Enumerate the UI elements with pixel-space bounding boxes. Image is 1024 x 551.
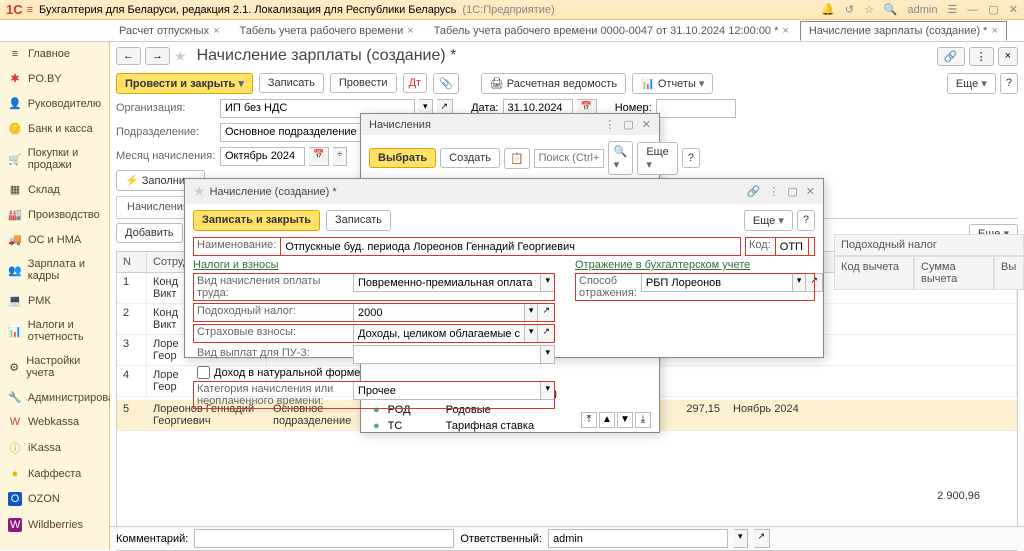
sidebar-item[interactable]: ●Каффеста <box>0 462 109 486</box>
minimize-icon[interactable]: — <box>967 4 978 16</box>
comment-input[interactable] <box>194 529 454 548</box>
sidebar-item[interactable]: 🚚ОС и НМА <box>0 227 109 252</box>
favorite-icon[interactable]: ★ <box>193 183 206 200</box>
select-button[interactable]: Выбрать <box>369 148 436 168</box>
post-and-close-button[interactable]: Провести и закрыть <box>116 73 253 94</box>
close-icon[interactable]: × <box>782 25 788 37</box>
tab[interactable]: Расчет отпускных× <box>110 21 229 41</box>
page-title: Начисление зарплаты (создание) * <box>197 47 457 65</box>
code-input[interactable] <box>775 237 809 256</box>
sidebar-item[interactable]: 🏭Производство <box>0 202 109 227</box>
number-input[interactable] <box>656 99 736 118</box>
income-tax-panel: Подоходный налог Код вычета Сумма вычета… <box>834 234 1024 420</box>
sidebar-item[interactable]: OOZON <box>0 486 109 512</box>
month-input[interactable] <box>220 147 305 166</box>
dialog-title: Начисления <box>369 119 431 131</box>
sidebar-item[interactable]: ⓘiKassa <box>0 434 109 462</box>
sidebar-item[interactable]: ✱PO.BY <box>0 66 109 91</box>
bell-icon[interactable]: 🔔 <box>821 3 835 16</box>
close-icon[interactable]: ✕ <box>1009 3 1018 16</box>
tab[interactable]: Табель учета рабочего времени× <box>231 21 423 41</box>
search-input[interactable] <box>534 149 604 168</box>
app-titlebar: 1C ≡ Бухгалтерия для Беларуси, редакция … <box>0 0 1024 20</box>
sidebar-item[interactable]: ⚙Настройки учета <box>0 349 109 385</box>
income-tax-input[interactable] <box>353 303 525 322</box>
payment-type-input[interactable] <box>353 273 541 292</box>
sidebar-item[interactable]: 💻РМК <box>0 288 109 313</box>
close-icon[interactable]: × <box>213 25 219 37</box>
forward-button[interactable]: → <box>145 47 170 65</box>
more-icon[interactable]: ⋮ <box>768 185 779 198</box>
accrual-card-dialog: ★ Начисление (создание) * 🔗 ⋮ ▢ ✕ Записать … <box>184 178 824 358</box>
sidebar-item[interactable]: 👥Зарплата и кадры <box>0 252 109 288</box>
link-icon[interactable]: 🔗 <box>747 185 761 198</box>
app-title: Бухгалтерия для Беларуси, редакция 2.1. … <box>39 4 456 16</box>
bottom-bar: Комментарий: Ответственный: ▾↗ <box>110 526 1024 550</box>
link-icon[interactable]: 🔗 <box>937 47 965 66</box>
sidebar-item[interactable]: 👤Руководителю <box>0 91 109 116</box>
reflection-input[interactable] <box>641 273 793 292</box>
payroll-button[interactable]: 🖨 Расчетная ведомость <box>481 73 626 94</box>
tab[interactable]: Табель учета рабочего времени 0000-0047 … <box>425 21 798 41</box>
save-close-button[interactable]: Записать и закрыть <box>193 210 320 231</box>
history-icon[interactable]: ↺ <box>845 3 854 16</box>
bars-icon[interactable]: ☰ <box>948 3 958 16</box>
create-button[interactable]: Создать <box>440 148 500 168</box>
nav-sidebar: ≡Главное✱PO.BY👤Руководителю🪙Банк и касса… <box>0 42 110 550</box>
user-label[interactable]: admin <box>908 4 938 16</box>
document-tabs: Расчет отпускных× Табель учета рабочего … <box>0 20 1024 42</box>
add-button[interactable]: Добавить <box>116 223 183 243</box>
more-icon[interactable]: ⋮ <box>604 118 615 131</box>
help-button[interactable]: ? <box>797 210 815 231</box>
star-icon[interactable]: ☆ <box>864 3 874 16</box>
category-input[interactable] <box>353 381 541 400</box>
close-icon[interactable]: × <box>991 25 997 37</box>
close-icon[interactable]: ✕ <box>806 185 815 198</box>
sidebar-item[interactable]: 🛒Покупки и продажи <box>0 141 109 177</box>
sidebar-item[interactable]: 📊Налоги и отчетность <box>0 313 109 349</box>
more-icon[interactable]: ⋮ <box>969 47 994 66</box>
more-button[interactable]: Еще <box>637 142 677 175</box>
sidebar-item[interactable]: WWildberries <box>0 512 109 538</box>
sidebar-item[interactable]: ≡Главное <box>0 42 109 66</box>
write-button[interactable]: Записать <box>259 73 324 93</box>
sidebar-item[interactable]: WWebkassa <box>0 410 109 434</box>
more-button[interactable]: Еще <box>947 73 996 94</box>
close-icon[interactable]: ✕ <box>642 118 651 131</box>
maximize-icon[interactable]: ▢ <box>988 3 998 16</box>
write-button[interactable]: Записать <box>326 210 391 231</box>
search-button[interactable]: 🔍 <box>608 141 634 175</box>
search-icon[interactable]: 🔍 <box>884 3 898 16</box>
natural-income-checkbox[interactable] <box>197 366 210 379</box>
tab-active[interactable]: Начисление зарплаты (создание) *× <box>800 21 1007 41</box>
dt-kt-icon[interactable]: Дт <box>403 73 428 93</box>
dialog-title: Начисление (создание) * <box>210 186 337 198</box>
back-button[interactable]: ← <box>116 47 141 65</box>
attach-icon[interactable]: 📎 <box>433 73 459 94</box>
close-icon[interactable]: × <box>998 47 1018 66</box>
minimize-icon[interactable]: ▢ <box>623 118 633 131</box>
more-button[interactable]: Еще <box>744 210 793 231</box>
name-input[interactable] <box>280 237 741 256</box>
post-button[interactable]: Провести <box>330 73 397 93</box>
insurance-input[interactable] <box>353 324 525 343</box>
sidebar-item[interactable]: 🔧Администрирование <box>0 385 109 410</box>
minimize-icon[interactable]: ▢ <box>787 185 797 198</box>
help-button[interactable]: ? <box>682 148 700 168</box>
sidebar-item[interactable]: 🪙Банк и касса <box>0 116 109 141</box>
favorite-icon[interactable]: ★ <box>174 48 187 65</box>
command-bar: Провести и закрыть Записать Провести Дт … <box>110 70 1024 96</box>
help-button[interactable]: ? <box>1000 73 1018 94</box>
close-icon[interactable]: × <box>407 25 413 37</box>
pu3-input[interactable] <box>353 345 541 364</box>
app-logo: 1C <box>6 2 23 17</box>
menu-icon[interactable]: ≡ <box>27 4 33 16</box>
responsible-input[interactable] <box>548 529 728 548</box>
copy-button[interactable]: 📋 <box>504 148 530 169</box>
table-total: 2 900,96 <box>933 486 984 506</box>
sidebar-item[interactable]: ▦Склад <box>0 177 109 202</box>
reports-button[interactable]: 📊 Отчеты <box>632 73 713 94</box>
